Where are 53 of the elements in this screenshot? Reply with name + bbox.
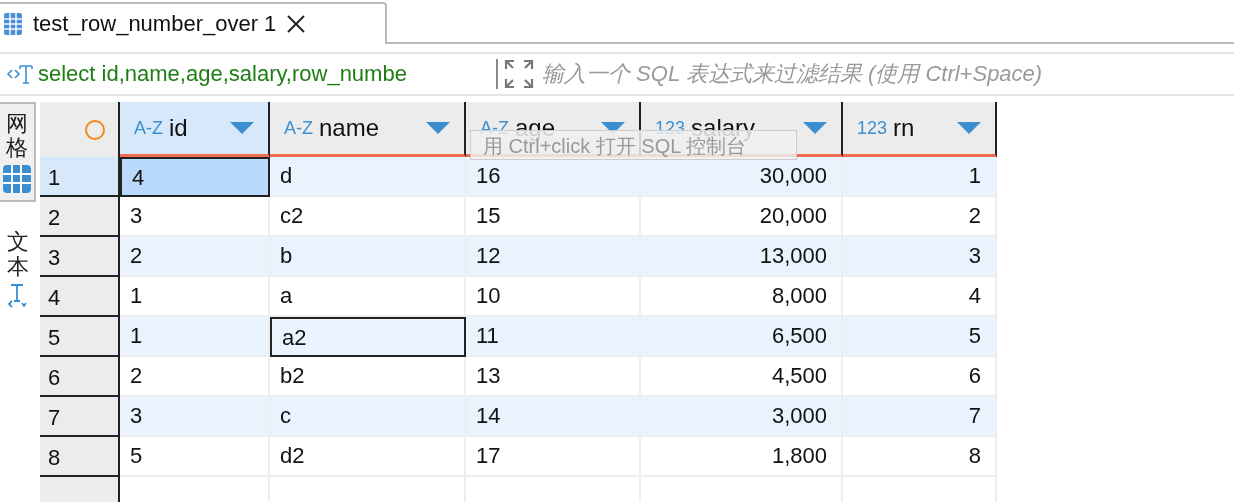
expand-icon[interactable] [496, 59, 534, 89]
table-cell: 3,000 [641, 397, 843, 437]
type-label: 123 [655, 117, 686, 139]
row-number[interactable]: 6 [40, 357, 120, 397]
table-cell: 3 [843, 237, 997, 277]
text-code-icon [6, 63, 34, 85]
row-number[interactable]: 2 [40, 197, 120, 237]
type-label: 123 [857, 117, 888, 139]
table-cell: 5 [843, 317, 997, 357]
table-cell: 12 [466, 237, 641, 277]
table-cell: 30,000 [641, 157, 843, 197]
column-name: id [169, 114, 189, 142]
row-number[interactable]: 1 [40, 157, 120, 197]
table-cell: 6,500 [641, 317, 843, 357]
type-label: A-Z [284, 117, 313, 139]
row-number[interactable]: 5 [40, 317, 120, 357]
table-icon [3, 12, 23, 36]
side-tab[interactable]: 文本 [0, 222, 36, 315]
table-cell: 1 [120, 317, 270, 357]
sql-query-text: select id,name,age,salary,row_numbe [38, 61, 408, 87]
row-number[interactable]: 7 [40, 397, 120, 437]
caret-icon[interactable] [426, 122, 450, 134]
caret-icon[interactable] [803, 122, 827, 134]
row-number[interactable]: 3 [40, 237, 120, 277]
column-name: name [319, 114, 381, 142]
table-cell: 16 [466, 157, 641, 197]
side-tab[interactable]: 网格 [0, 102, 36, 203]
editor-tab[interactable]: test_row_number_over 1 [0, 2, 387, 44]
table-cell: 14 [466, 397, 641, 437]
circle-icon [84, 118, 106, 141]
row-number[interactable]: 8 [40, 437, 120, 477]
row-number[interactable]: 4 [40, 277, 120, 317]
table-cell: 11 [466, 317, 641, 357]
type-label: A-Z [134, 117, 163, 139]
caret-icon[interactable] [957, 122, 981, 134]
table-cell: 13,000 [641, 237, 843, 277]
grid-icon [2, 164, 32, 195]
table-cell: 1 [843, 157, 997, 197]
text-cursor-icon [8, 282, 28, 309]
caret-icon[interactable] [230, 122, 254, 134]
table-cell: c [270, 397, 466, 437]
table-cell: b [270, 237, 466, 277]
close-icon[interactable] [286, 14, 307, 34]
column-name: rn [893, 114, 916, 142]
table-cell: a2 [270, 317, 466, 357]
column-header[interactable]: A-Z id [120, 102, 270, 157]
table-cell: d [270, 157, 466, 197]
tab-title: test_row_number_over 1 [33, 11, 277, 37]
table-cell: 7 [843, 397, 997, 437]
table-cell: 2 [120, 237, 270, 277]
table-cell: 4 [120, 157, 270, 197]
filter-field[interactable]: 输入一个 SQL 表达式来过滤结果 (使用 Ctrl+Space) [542, 61, 1234, 87]
table-cell: 3 [120, 397, 270, 437]
